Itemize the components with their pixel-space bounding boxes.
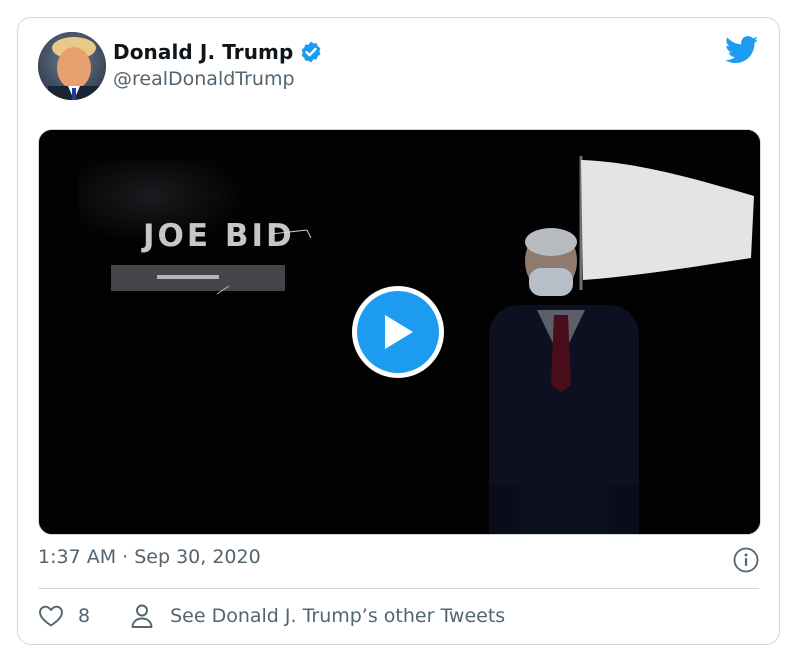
- divider: [38, 588, 759, 589]
- see-other-tweets-label: See Donald J. Trump’s other Tweets: [170, 605, 506, 627]
- tweet-timestamp[interactable]: 1:37 AM · Sep 30, 2020: [38, 546, 261, 568]
- author-handle[interactable]: @realDonaldTrump: [113, 68, 295, 90]
- info-icon[interactable]: [733, 547, 759, 573]
- display-name[interactable]: Donald J. Trump: [113, 40, 293, 64]
- avatar[interactable]: [38, 32, 106, 100]
- video-player[interactable]: JOE BID: [38, 129, 761, 535]
- like-count: 8: [78, 605, 91, 627]
- like-button[interactable]: 8: [38, 604, 90, 628]
- tweet-card: Donald J. Trump @realDonaldTrump JOE BID…: [17, 17, 780, 645]
- avatar-image: [38, 32, 106, 100]
- play-button-circle: [357, 291, 439, 373]
- person-icon: [131, 604, 153, 628]
- verified-badge-icon: [302, 41, 321, 63]
- twitter-bird-icon[interactable]: [725, 36, 759, 64]
- video-overlay-text: JOE BID: [143, 218, 295, 254]
- play-button[interactable]: [352, 286, 444, 378]
- see-other-tweets-link[interactable]: See Donald J. Trump’s other Tweets: [130, 603, 505, 629]
- tweet-actions: 8 See Donald J. Trump’s other Tweets: [38, 603, 505, 629]
- author-name-row: Donald J. Trump: [113, 40, 323, 64]
- play-icon: [385, 315, 413, 349]
- heart-icon: [39, 605, 63, 627]
